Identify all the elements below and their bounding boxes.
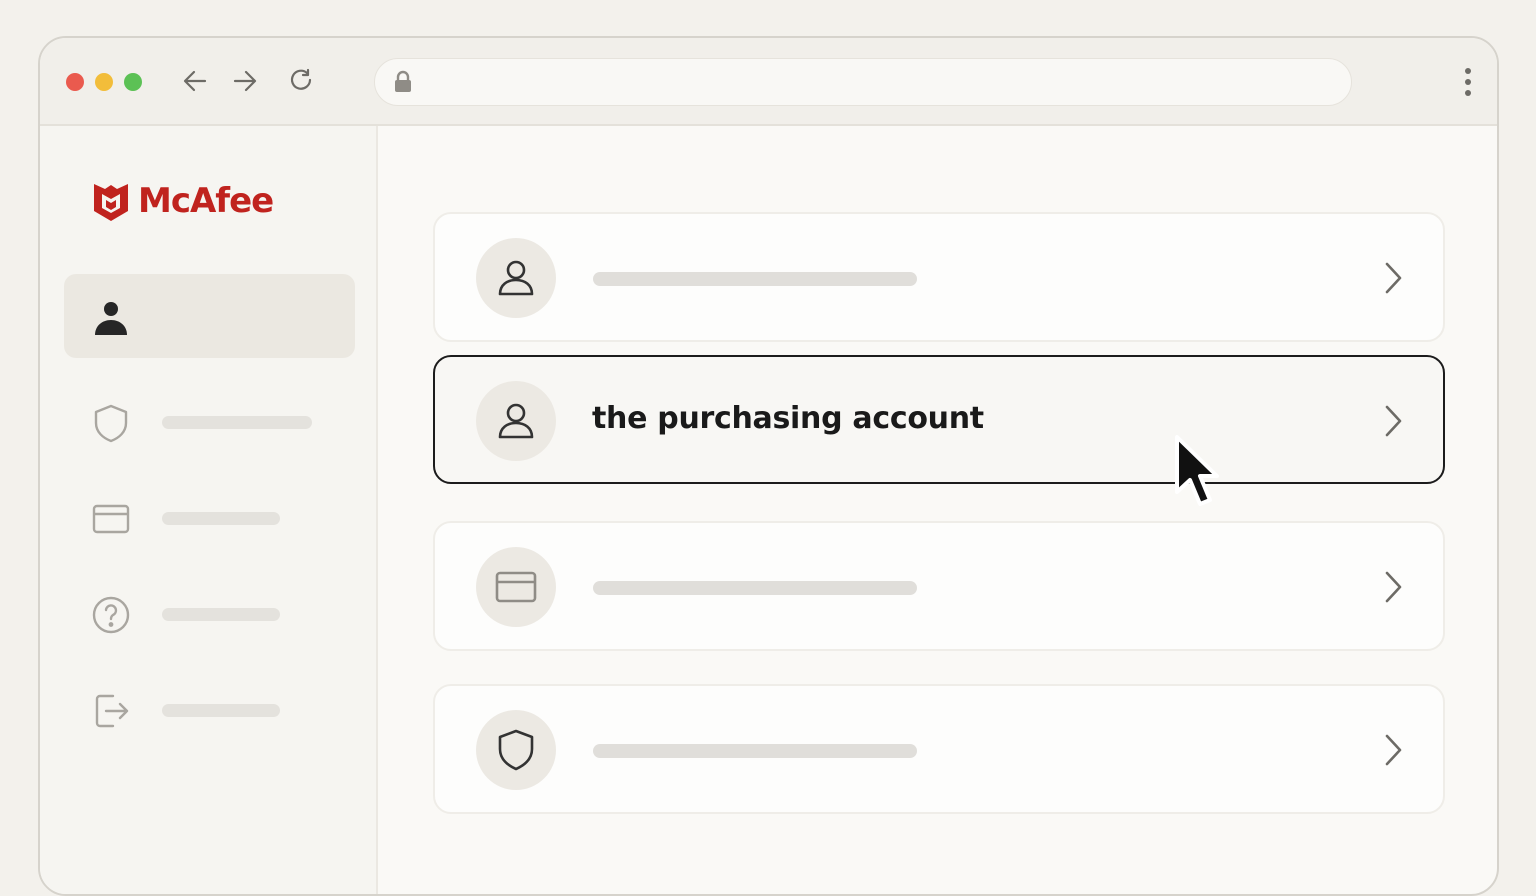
card-label-placeholder [593,744,917,758]
mouse-cursor-icon [1175,435,1219,506]
card-label-placeholder [593,272,917,286]
sidebar-item-label [162,608,280,621]
credit-card-icon [476,547,556,627]
chevron-right-icon [1385,734,1402,766]
sign-out-icon [90,690,132,732]
chevron-right-icon [1385,262,1402,294]
sidebar-item-sign-out[interactable] [64,668,355,752]
minimize-window-button[interactable] [95,73,113,91]
more-vert-icon[interactable] [1463,66,1473,98]
card-label-placeholder [593,581,917,595]
reload-icon [290,68,312,90]
browser-toolbar [40,38,1497,126]
purchasing-account-card[interactable]: the purchasing account [433,355,1445,484]
sidebar: McAfee [40,126,378,894]
credit-card-icon [90,498,132,540]
address-bar[interactable] [374,58,1352,106]
chevron-right-icon [1385,405,1402,437]
mcafee-logo: McAfee [92,180,274,222]
sidebar-item-security[interactable] [64,380,355,464]
mcafee-shield-logo-icon [94,184,128,221]
card-label: the purchasing account [592,401,984,436]
sidebar-item-help[interactable] [64,572,355,656]
sidebar-item-account[interactable] [64,274,355,358]
billing-option-card[interactable] [433,521,1445,651]
brand-name: McAfee [138,181,274,221]
back-arrow-icon [183,70,207,92]
forward-button[interactable] [228,64,262,98]
security-option-card[interactable] [433,684,1445,814]
lock-icon [395,70,411,92]
back-button[interactable] [178,64,212,98]
user-icon [90,296,132,338]
help-circle-icon [90,594,132,636]
sidebar-item-label [162,704,280,717]
shield-icon [476,710,556,790]
reload-button[interactable] [284,64,318,98]
account-option-card[interactable] [433,212,1445,342]
user-icon [476,238,556,318]
maximize-window-button[interactable] [124,73,142,91]
user-icon [476,381,556,461]
forward-arrow-icon [233,70,257,92]
browser-window: McAfee the purchasing account [38,36,1499,896]
close-window-button[interactable] [66,73,84,91]
chevron-right-icon [1385,571,1402,603]
main-content: the purchasing account [378,126,1497,894]
sidebar-item-label [162,512,280,525]
shield-icon [90,402,132,444]
sidebar-item-label [162,416,312,429]
sidebar-item-billing[interactable] [64,476,355,560]
